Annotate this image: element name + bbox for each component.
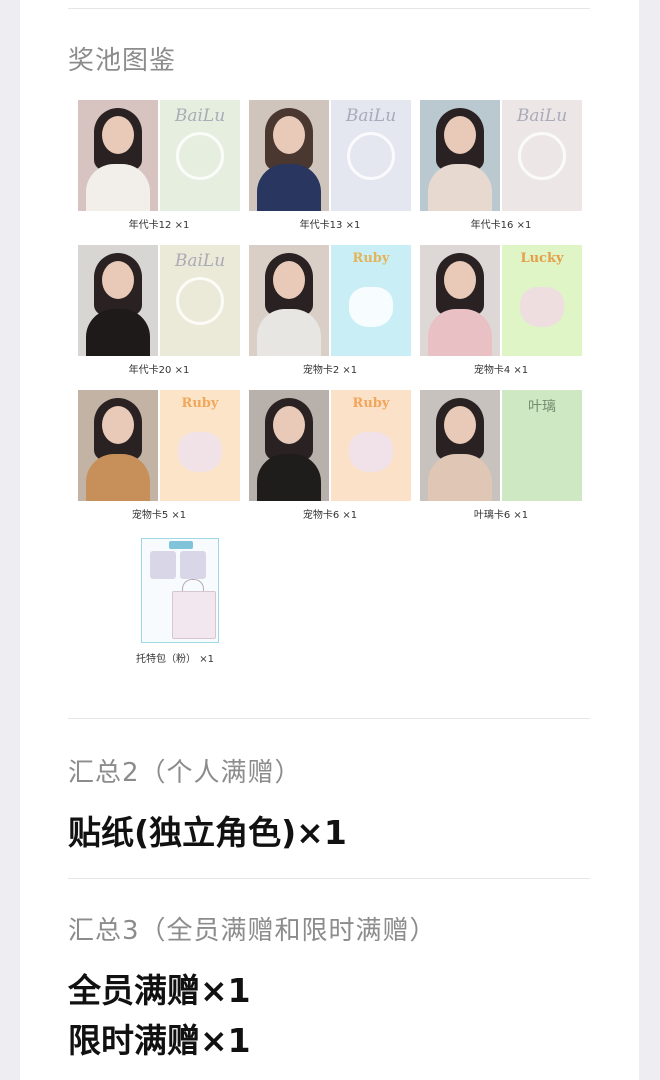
summary2-line: 贴纸(独立角色)×1 [68,813,347,852]
prize-pool-title: 奖池图鉴 [68,46,177,76]
prize-item-tote-bag[interactable]: 托特包（粉） ×1 [78,538,240,665]
summary3-line: 限时满赠×1 [68,1021,251,1060]
prize-card-art: BaiLu [160,245,240,356]
prize-caption: 叶璃卡6 ×1 [473,510,529,521]
section-divider [68,878,590,879]
prize-item[interactable]: BaiLu 年代卡20 ×1 [78,245,240,379]
prize-caption: 年代卡16 ×1 [470,220,532,231]
prize-photo [78,390,158,501]
prize-item[interactable]: Ruby 宠物卡6 ×1 [249,390,411,524]
prize-item[interactable]: Ruby 宠物卡5 ×1 [78,390,240,524]
summary3-title: 汇总3（全员满赠和限时满赠） [68,916,437,946]
section-divider [68,718,590,719]
content-card: 奖池图鉴 BaiLu 年代卡12 ×1 BaiLu 年代卡13 ×1 BaiLu… [20,0,639,1080]
prize-item[interactable]: BaiLu 年代卡12 ×1 [78,100,240,234]
prize-item[interactable]: BaiLu 年代卡13 ×1 [249,100,411,234]
prize-caption: 宠物卡4 ×1 [473,365,529,376]
prize-item[interactable]: 叶璃 叶璃卡6 ×1 [420,390,582,524]
prize-photo [420,245,500,356]
top-divider [68,8,590,9]
summary2-title: 汇总2（个人满赠） [68,758,302,788]
prize-caption: 年代卡13 ×1 [299,220,361,231]
summary3-line: 全员满赠×1 [68,971,251,1010]
prize-caption: 年代卡20 ×1 [128,365,190,376]
prize-card-art: Ruby [331,390,411,501]
prize-card-art: Lucky [502,245,582,356]
prize-caption: 年代卡12 ×1 [128,220,190,231]
prize-photo [78,245,158,356]
prize-caption: 宠物卡5 ×1 [131,510,187,521]
prize-card-art: BaiLu [502,100,582,211]
prize-photo [249,245,329,356]
prize-card-art: BaiLu [331,100,411,211]
prize-photo [249,390,329,501]
prize-photo [420,100,500,211]
prize-card-art: BaiLu [160,100,240,211]
prize-caption: 宠物卡2 ×1 [302,365,358,376]
prize-card-art: 叶璃 [502,390,582,501]
prize-card-art: Ruby [160,390,240,501]
tote-bag-image [141,538,219,643]
prize-photo [78,100,158,211]
prize-item[interactable]: Lucky 宠物卡4 ×1 [420,245,582,379]
prize-caption: 宠物卡6 ×1 [302,510,358,521]
prize-photo [249,100,329,211]
prize-caption: 托特包（粉） ×1 [136,654,214,665]
prize-item[interactable]: BaiLu 年代卡16 ×1 [420,100,582,234]
prize-card-art: Ruby [331,245,411,356]
prize-item[interactable]: Ruby 宠物卡2 ×1 [249,245,411,379]
prize-photo [420,390,500,501]
